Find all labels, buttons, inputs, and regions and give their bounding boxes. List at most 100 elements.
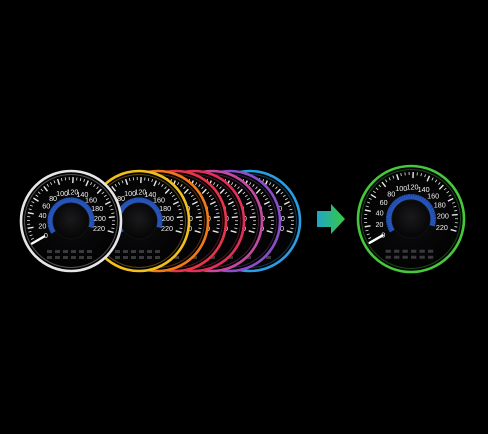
glow-segment: [72, 197, 75, 204]
gauge-hub: [52, 202, 90, 240]
gauge-stack: 0204060801001201401601802002200204060801…: [19, 169, 302, 273]
gauge-tick: [267, 216, 274, 219]
glow-segment: [429, 214, 436, 218]
glow-segment: [47, 222, 54, 225]
gauge-tick: [454, 226, 458, 228]
tick-label: 20: [375, 220, 383, 229]
gauge-hub: [391, 199, 431, 239]
info-cell: [115, 256, 120, 259]
gauge-comparison-canvas: 0204060801001201401601802002200204060801…: [19, 164, 466, 274]
info-cell: [55, 250, 60, 253]
info-cell: [87, 250, 92, 253]
tick-label: 200: [162, 214, 174, 223]
tick-label: 160: [427, 191, 439, 200]
info-cell: [47, 250, 52, 253]
gauge-tick: [111, 212, 115, 214]
gauge-tick: [249, 216, 256, 219]
info-cell: [139, 250, 144, 253]
glow-segment: [414, 194, 418, 201]
info-cell: [47, 256, 52, 259]
glow-segment: [412, 194, 416, 201]
glow-segment: [429, 211, 436, 216]
tick-label: 60: [380, 198, 388, 207]
glow-segment: [47, 215, 54, 219]
gauge-tick: [451, 213, 458, 216]
gauge-tick: [213, 216, 220, 219]
gauge-tick: [179, 212, 183, 214]
tick-label: 40: [39, 211, 47, 220]
info-cell: [147, 250, 152, 253]
gauge-tick: [231, 216, 238, 219]
glow-segment: [133, 197, 137, 204]
info-cell: [123, 250, 128, 253]
tick-label: 220: [161, 224, 173, 233]
glow-segment: [88, 214, 95, 218]
info-cell: [427, 249, 434, 253]
info-cell: [79, 250, 84, 253]
tick-label: 220: [93, 224, 105, 233]
glow-segment: [429, 222, 436, 227]
tick-label: 80: [387, 189, 395, 198]
gauge-tick: [454, 209, 458, 212]
front-gauge: 020406080100120140160180200220: [19, 169, 123, 273]
info-cell: [402, 255, 408, 259]
gauge-tick: [198, 212, 202, 214]
gauge-tick: [195, 216, 202, 219]
tick-label: 180: [91, 204, 103, 213]
glow-segment: [405, 194, 409, 201]
info-cell: [87, 256, 92, 259]
info-cell: [402, 249, 408, 253]
gauge-tick: [287, 216, 294, 219]
info-cell: [155, 256, 160, 259]
glow-segment: [156, 224, 162, 229]
glow-segment: [156, 216, 163, 220]
gauge-tick: [270, 212, 274, 214]
info-cell: [71, 256, 76, 259]
info-cell: [394, 249, 400, 253]
gauge-tick: [108, 216, 115, 219]
glow-segment: [403, 194, 407, 201]
info-cell: [411, 255, 417, 259]
glow-segment: [47, 223, 54, 228]
glow-segment: [131, 198, 136, 205]
glow-segment: [88, 224, 94, 229]
info-cell: [131, 250, 136, 253]
gauge-hub: [120, 202, 158, 240]
gauge-tick: [216, 212, 220, 214]
gauge-tick: [290, 227, 294, 229]
info-cell: [411, 249, 417, 253]
tick-label: 60: [42, 202, 50, 211]
result-gauge: 020406080100120140160180200220: [356, 164, 466, 274]
tick-label: 180: [159, 204, 171, 213]
gauge-tick: [198, 227, 202, 229]
gauge-tick: [179, 227, 183, 229]
gauge-tick: [364, 225, 371, 228]
highlighted-gauge: 020406080100120140160180200220: [356, 164, 466, 274]
info-cell: [419, 249, 425, 253]
glow-segment: [386, 220, 393, 224]
gauge-tick: [234, 212, 238, 214]
gauge-tick: [27, 226, 34, 229]
info-cell: [55, 256, 60, 259]
glow-segment: [386, 213, 393, 217]
info-cell: [115, 250, 120, 253]
glow-segment: [429, 220, 436, 225]
gauge-tick: [176, 216, 183, 219]
tick-label: 200: [94, 214, 106, 223]
tick-label: 40: [376, 209, 384, 218]
info-cell: [71, 250, 76, 253]
info-cell: [385, 249, 391, 253]
glow-segment: [386, 222, 393, 226]
glow-segment: [88, 222, 95, 226]
tick-label: 20: [38, 221, 46, 230]
info-cell: [63, 256, 68, 259]
glow-segment: [156, 214, 163, 218]
tick-label: 180: [434, 201, 446, 210]
info-cell: [123, 256, 128, 259]
tick-label: 220: [436, 223, 448, 232]
gauge-tick: [216, 227, 220, 229]
tick-label: 200: [437, 212, 449, 221]
info-cell: [79, 256, 84, 259]
glow-segment: [156, 222, 163, 226]
gauge-tick: [252, 212, 256, 214]
